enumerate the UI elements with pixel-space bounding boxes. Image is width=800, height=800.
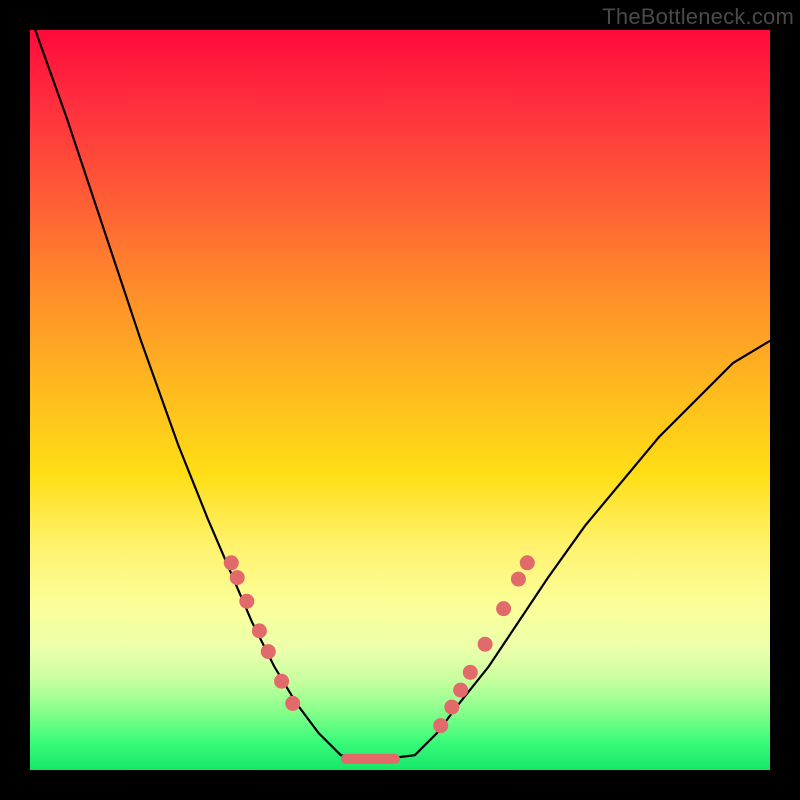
bottleneck-curve bbox=[30, 15, 770, 759]
data-marker bbox=[261, 644, 276, 659]
data-marker bbox=[224, 555, 239, 570]
data-marker bbox=[511, 572, 526, 587]
data-marker bbox=[453, 683, 468, 698]
data-marker bbox=[239, 594, 254, 609]
data-marker bbox=[444, 700, 459, 715]
data-marker bbox=[230, 570, 245, 585]
flat-segment-bar bbox=[341, 754, 400, 764]
flat-segment-highlight bbox=[341, 754, 400, 764]
data-marker bbox=[252, 623, 267, 638]
data-marker bbox=[285, 696, 300, 711]
curve-group bbox=[30, 15, 770, 759]
data-marker bbox=[463, 665, 478, 680]
data-marker bbox=[520, 555, 535, 570]
marker-cluster-left bbox=[224, 555, 300, 711]
marker-cluster-right bbox=[433, 555, 535, 733]
data-marker bbox=[478, 637, 493, 652]
data-marker bbox=[274, 674, 289, 689]
data-marker bbox=[433, 718, 448, 733]
chart-svg bbox=[30, 30, 770, 770]
data-marker bbox=[496, 601, 511, 616]
watermark-text: TheBottleneck.com bbox=[602, 4, 794, 30]
chart-frame bbox=[30, 30, 770, 770]
